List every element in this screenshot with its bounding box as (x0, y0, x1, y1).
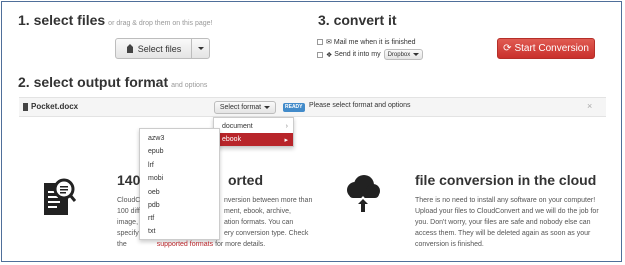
ready-badge: READY (283, 103, 305, 112)
menu-item-label: epub (148, 148, 164, 155)
text-line: 100 diff (117, 208, 140, 215)
ebook-submenu: azw3 epub lrf mobi oeb pdb rtf txt (139, 128, 220, 240)
step1-subtitle: or drag & drop them on this page! (108, 20, 213, 27)
ebook-format-oeb[interactable]: oeb (140, 186, 219, 199)
chevron-right-icon: › (285, 122, 288, 130)
mail-label: Mail me when it is finished (333, 38, 416, 46)
step2-heading: 2. select output format and options (18, 74, 207, 90)
step1-heading: 1. select files or drag & drop them on th… (18, 12, 212, 28)
dropbox-select-label: Dropbox (387, 51, 411, 58)
text-line: ation formats. You can (224, 219, 294, 226)
dropbox-checkbox[interactable] (317, 51, 323, 58)
file-icon (23, 103, 28, 111)
ebook-format-epub[interactable]: epub (140, 145, 219, 158)
cloud-upload-icon (342, 174, 384, 216)
document-search-icon (42, 177, 77, 217)
dropbox-select[interactable]: Dropbox (383, 49, 424, 60)
text-line: CloudC (117, 197, 141, 204)
text-line: image, (117, 219, 139, 226)
ebook-format-pdb[interactable]: pdb (140, 199, 219, 212)
text-line: There is no need to install any software… (415, 197, 596, 204)
feature-left-text-end: nversion between more than ment, ebook, … (224, 195, 312, 239)
mail-checkbox[interactable] (317, 39, 323, 45)
dropbox-option[interactable]: ❖ Send it into my Dropbox (317, 49, 424, 60)
dropbox-icon: ❖ (326, 51, 333, 59)
envelope-icon: ✉ (326, 39, 332, 46)
menu-item-label: lrf (148, 162, 154, 169)
menu-item-label: oeb (148, 189, 160, 196)
file-name: Pocket.docx (31, 102, 79, 111)
menu-item-label: azw3 (148, 135, 165, 142)
text-line: ment, ebook, archive, (224, 208, 291, 215)
close-icon[interactable]: × (587, 101, 592, 111)
chevron-right-icon: ▸ (284, 136, 288, 144)
step2-subtitle: and options (171, 82, 208, 89)
step1-title: 1. select files (18, 12, 106, 28)
menu-item-label: mobi (148, 175, 164, 182)
menu-item-label: txt (148, 228, 156, 235)
menu-item-label: document (222, 122, 253, 130)
supported-formats-link[interactable]: supported formats (157, 241, 213, 248)
select-format-button[interactable]: Select format (214, 101, 276, 114)
format-menu-item-document[interactable]: document › (214, 120, 293, 132)
text-line: ery conversion type. Check (224, 230, 309, 237)
chevron-down-icon (413, 53, 420, 56)
feature-left-last-line: the supported formats for more details. (117, 239, 265, 250)
mail-option[interactable]: ✉ Mail me when it is finished (317, 38, 416, 46)
step3-title: 3. convert it (318, 12, 397, 28)
ebook-format-txt[interactable]: txt (140, 225, 219, 238)
page-frame: 1. select files or drag & drop them on th… (1, 1, 622, 262)
feature-left-title-start: 140 (117, 172, 141, 188)
start-conversion-label: Start Conversion (514, 43, 589, 54)
text-fragment: for more details. (215, 241, 266, 248)
ebook-format-rtf[interactable]: rtf (140, 212, 219, 225)
select-files-button[interactable]: Select files (115, 38, 192, 59)
format-menu: document › ebook ▸ (213, 117, 294, 147)
text-line: specify (117, 230, 139, 237)
select-files-label: Select files (137, 43, 182, 54)
refresh-icon: ⟳ (503, 43, 512, 54)
feature-right-title: file conversion in the cloud (415, 172, 597, 188)
feature-right-text: There is no need to install any software… (415, 195, 599, 250)
select-files-dropdown-toggle[interactable] (191, 38, 210, 59)
status-text: Please select format and options (309, 102, 411, 109)
text-fragment: the (117, 241, 127, 248)
text-line: Upload your files to CloudConvert and we… (415, 208, 599, 215)
ebook-format-azw3[interactable]: azw3 (140, 132, 219, 145)
text-line: you. Don't worry, your files are safe an… (415, 219, 591, 226)
text-line: access them. They will be deleted again … (415, 230, 591, 237)
step2-title: 2. select output format (18, 74, 169, 90)
ebook-format-mobi[interactable]: mobi (140, 172, 219, 185)
start-conversion-button[interactable]: ⟳ Start Conversion (497, 38, 595, 59)
chevron-down-icon (197, 47, 204, 50)
menu-item-label: ebook (222, 136, 242, 143)
file-upload-icon (126, 44, 134, 53)
file-row: Pocket.docx Select format READY Please s… (19, 97, 606, 117)
text-line: conversion is finished. (415, 241, 484, 248)
feature-left-text-start: CloudC 100 diff image, specify (117, 195, 140, 239)
feature-left-title-end: orted (228, 172, 263, 188)
text-line: nversion between more than (224, 197, 313, 204)
step3-heading: 3. convert it (318, 12, 397, 28)
menu-item-label: pdb (148, 202, 160, 209)
chevron-down-icon (264, 106, 271, 109)
send-label: Send it into my (334, 51, 381, 58)
ebook-format-lrf[interactable]: lrf (140, 159, 219, 172)
menu-item-label: rtf (148, 215, 155, 222)
format-menu-item-ebook[interactable]: ebook ▸ (214, 133, 293, 146)
select-format-label: Select format (219, 104, 262, 111)
